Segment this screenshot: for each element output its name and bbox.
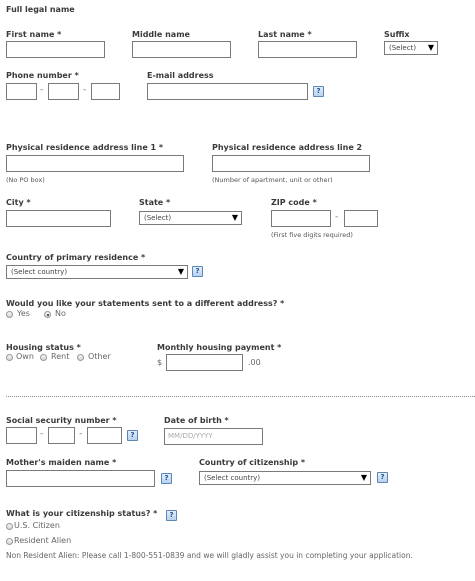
phone-separator: - [40, 85, 44, 95]
address-line1-label: Physical residence address line 1 * [6, 143, 164, 152]
housing-other-label: Other [88, 352, 111, 361]
country-select[interactable]: (Select country) ▼ [6, 265, 188, 279]
housing-other-radio[interactable] [77, 354, 84, 361]
ssn-separator: - [40, 429, 44, 439]
chevron-down-icon: ▼ [427, 43, 434, 52]
help-icon[interactable]: ? [161, 473, 172, 484]
address-line1-hint: (No PO box) [6, 176, 45, 184]
city-input[interactable] [6, 210, 111, 227]
first-name-label: First name * [6, 30, 62, 39]
us-citizen-radio[interactable] [6, 523, 13, 530]
statements-no-radio[interactable] [44, 311, 51, 318]
zip-separator: - [335, 212, 339, 222]
city-label: City * [6, 198, 31, 207]
section-title: Full legal name [6, 5, 75, 14]
phone-area-input[interactable] [6, 83, 37, 100]
zip-ext-input[interactable] [344, 210, 378, 227]
housing-status-label: Housing status * [6, 343, 81, 352]
first-name-input[interactable] [6, 41, 105, 58]
maiden-name-input[interactable] [6, 470, 155, 487]
suffix-label: Suffix [384, 30, 410, 39]
citizenship-country-label: Country of citizenship * [199, 458, 306, 467]
help-icon[interactable]: ? [377, 472, 388, 483]
section-divider [6, 396, 475, 397]
phone-prefix-input[interactable] [48, 83, 79, 100]
citizenship-country-select[interactable]: (Select country) ▼ [199, 471, 371, 485]
maiden-name-label: Mother's maiden name * [6, 458, 117, 467]
currency-symbol: $ [157, 358, 163, 367]
statements-yes-radio[interactable] [6, 311, 13, 318]
citizenship-status-question: What is your citizenship status? * [6, 509, 158, 518]
phone-line-input[interactable] [91, 83, 120, 100]
help-icon[interactable]: ? [192, 266, 203, 277]
email-input[interactable] [147, 83, 308, 100]
housing-rent-label: Rent [51, 352, 70, 361]
statements-yes-label: Yes [17, 309, 30, 318]
non-resident-note: Non Resident Alien: Please call 1-800-55… [6, 551, 413, 560]
ssn-part2-input[interactable] [48, 427, 75, 444]
housing-payment-input[interactable] [166, 354, 243, 371]
middle-name-label: Middle name [132, 30, 190, 39]
statements-question: Would you like your statements sent to a… [6, 299, 285, 308]
phone-label: Phone number * [6, 71, 79, 80]
cents-label: .00 [248, 358, 261, 367]
citizenship-country-value: (Select country) [204, 474, 261, 482]
address-line2-input[interactable] [212, 155, 370, 172]
ssn-label: Social security number * [6, 416, 117, 425]
housing-own-radio[interactable] [6, 354, 13, 361]
suffix-value: (Select) [389, 44, 417, 52]
dob-label: Date of birth * [164, 416, 229, 425]
suffix-select[interactable]: (Select) ▼ [384, 41, 438, 55]
help-icon[interactable]: ? [313, 86, 324, 97]
ssn-separator: - [79, 429, 83, 439]
email-label: E-mail address [147, 71, 214, 80]
housing-own-label: Own [16, 352, 34, 361]
dob-input[interactable]: MM/DD/YYYY [164, 428, 263, 445]
address-line1-input[interactable] [6, 155, 184, 172]
ssn-part3-input[interactable] [87, 427, 122, 444]
resident-alien-radio[interactable] [6, 538, 13, 545]
ssn-part1-input[interactable] [6, 427, 37, 444]
last-name-label: Last name * [258, 30, 312, 39]
chevron-down-icon: ▼ [177, 267, 184, 276]
country-label: Country of primary residence * [6, 253, 146, 262]
address-line2-hint: (Number of apartment, unit or other) [212, 176, 333, 184]
zip-input[interactable] [271, 210, 331, 227]
state-value: (Select) [144, 214, 172, 222]
statements-no-label: No [55, 309, 66, 318]
us-citizen-label: U.S. Citizen [14, 521, 60, 530]
state-label: State * [139, 198, 171, 207]
zip-hint: (First five digits required) [271, 231, 353, 239]
phone-separator: - [83, 85, 87, 95]
housing-payment-label: Monthly housing payment * [157, 343, 282, 352]
help-icon[interactable]: ? [166, 510, 177, 521]
housing-rent-radio[interactable] [40, 354, 47, 361]
help-icon[interactable]: ? [127, 430, 138, 441]
zip-label: ZIP code * [271, 198, 317, 207]
middle-name-input[interactable] [132, 41, 231, 58]
country-value: (Select country) [11, 268, 68, 276]
state-select[interactable]: (Select) ▼ [139, 211, 242, 225]
resident-alien-label: Resident Alien [14, 536, 72, 545]
chevron-down-icon: ▼ [231, 213, 238, 222]
last-name-input[interactable] [258, 41, 357, 58]
chevron-down-icon: ▼ [360, 473, 367, 482]
address-line2-label: Physical residence address line 2 [212, 143, 363, 152]
